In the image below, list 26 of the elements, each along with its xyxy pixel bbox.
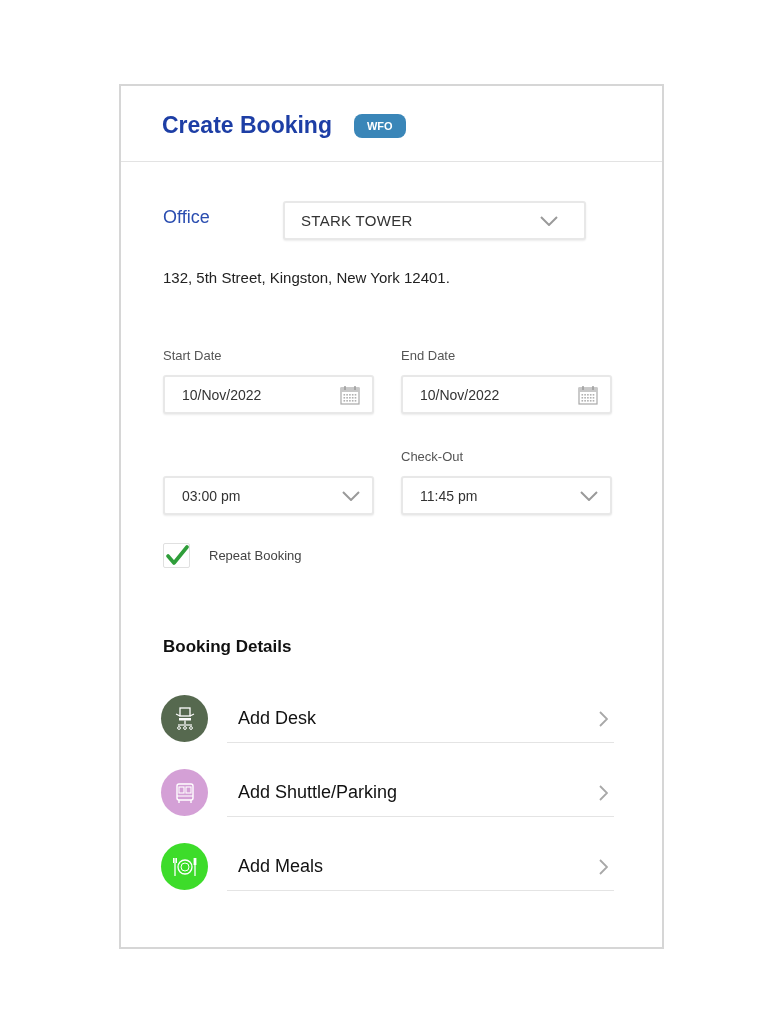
field-label: Check-Out: [401, 449, 465, 464]
date-field[interactable]: 10/Nov/2022: [163, 375, 374, 414]
booking-option[interactable]: Add Shuttle/Parking: [227, 769, 614, 817]
calendar-icon: [578, 384, 598, 405]
mode-badge: WFO: [354, 113, 406, 138]
field-label: End Date: [401, 348, 457, 363]
chevron-right-icon: [599, 858, 608, 875]
chevron-right-icon: [599, 784, 608, 801]
booking-option[interactable]: Add Meals: [227, 843, 614, 891]
section-title: Booking Details: [163, 637, 293, 657]
time-select[interactable]: 03:00 pm: [163, 476, 374, 515]
chevron-down-icon: [580, 490, 598, 501]
office-select[interactable]: STARK TOWER: [283, 201, 586, 240]
field-label: Start Date: [163, 348, 223, 363]
chevron-right-icon: [599, 710, 608, 727]
date-field[interactable]: 10/Nov/2022: [401, 375, 612, 414]
chevron-down-icon: [540, 215, 558, 226]
office-label: Office: [163, 207, 211, 228]
time-select[interactable]: 11:45 pm: [401, 476, 612, 515]
repeat-label: Repeat Booking: [209, 548, 302, 563]
office-address: 132, 5th Street, Kingston, New York 12401.: [163, 269, 451, 286]
repeat-checkbox[interactable]: [163, 543, 190, 568]
chevron-down-icon: [342, 490, 360, 501]
booking-option[interactable]: Add Desk: [227, 695, 614, 743]
calendar-icon: [340, 384, 360, 405]
page-title: Create Booking: [162, 112, 332, 139]
